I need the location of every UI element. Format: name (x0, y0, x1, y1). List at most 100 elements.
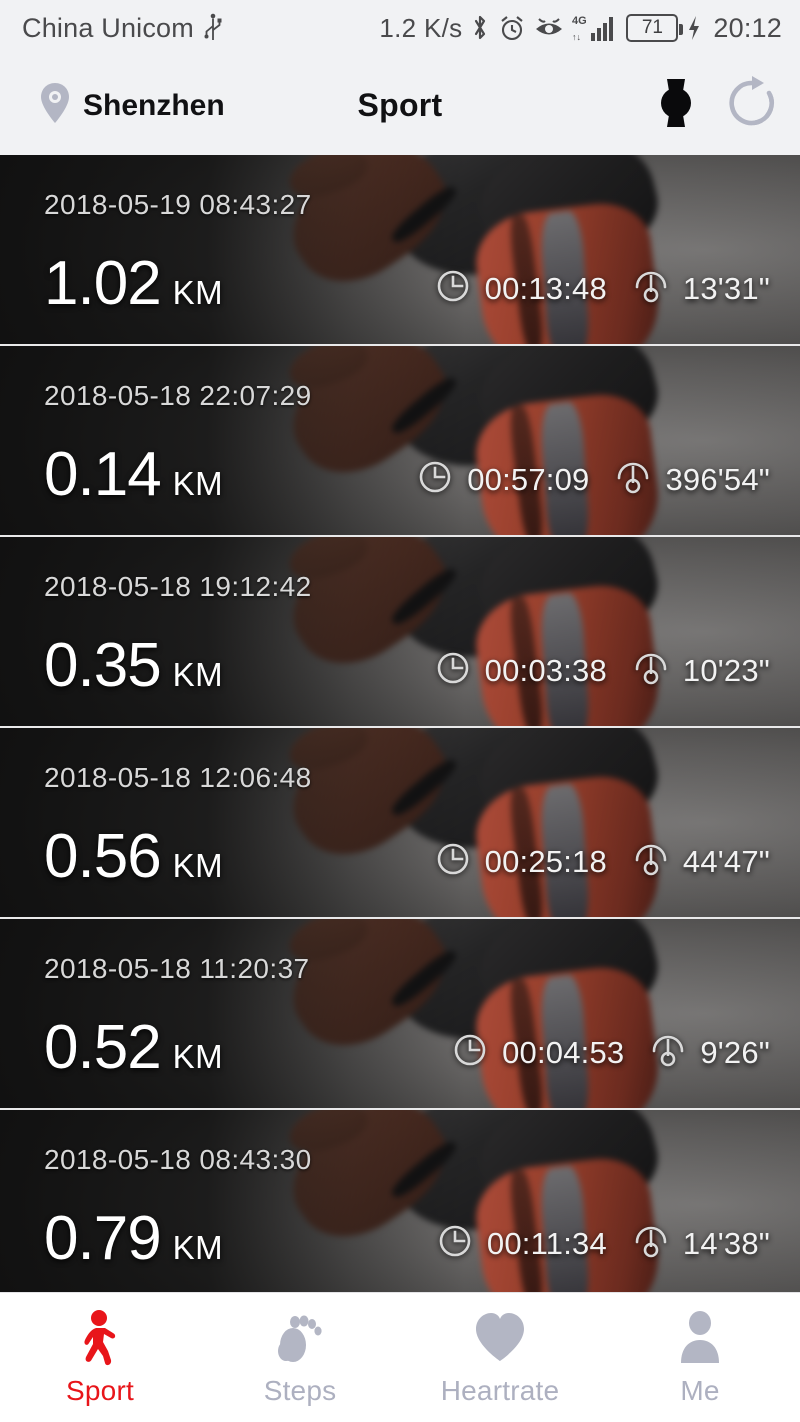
duration-value: 00:25:18 (484, 843, 607, 879)
svg-text:4G: 4G (572, 15, 587, 27)
workout-list[interactable]: 2018-05-19 08:43:27 1.02 KM 00:13:48 13'31" 2… (0, 155, 800, 1292)
clock-icon (435, 650, 471, 691)
speedometer-icon (633, 841, 669, 882)
pace-metric: 10'23" (633, 650, 770, 691)
app-bar: Shenzhen Sport (0, 56, 800, 155)
duration-metric: 00:13:48 (435, 268, 607, 309)
distance-unit: KM (172, 465, 224, 503)
pace-metric: 44'47" (633, 841, 770, 882)
duration-value: 00:11:34 (486, 1225, 607, 1261)
workout-row[interactable]: 2018-05-18 12:06:48 0.56 KM 00:25:18 44'47" (0, 728, 800, 919)
workout-date: 2018-05-18 22:07:29 (44, 380, 312, 411)
nav-label-heartrate: Heartrate (440, 1375, 560, 1406)
pace-value: 9'26" (700, 1034, 770, 1070)
distance-unit: KM (172, 847, 224, 885)
distance-unit: KM (172, 274, 224, 312)
distance-group: 0.35 KM (44, 631, 224, 701)
footprint-icon (274, 1307, 326, 1369)
alarm-clock-icon (498, 14, 526, 42)
battery-indicator: 71 (626, 14, 684, 42)
location-pin-icon (38, 81, 72, 130)
duration-metric: 00:25:18 (435, 841, 607, 882)
sync-refresh-icon[interactable] (726, 75, 778, 136)
duration-value: 00:04:53 (502, 1034, 625, 1070)
distance-group: 1.02 KM (44, 249, 224, 319)
duration-metric: 00:03:38 (435, 650, 607, 691)
app-bar-actions (652, 75, 778, 136)
distance-unit: KM (172, 656, 224, 694)
speedometer-icon (633, 650, 669, 691)
carrier-label: China Unicom (22, 12, 194, 43)
workout-date: 2018-05-18 11:20:37 (44, 953, 310, 984)
app-screen: China Unicom 1.2 K/s 4G ↑↓ 71 20:12 Shen… (0, 0, 800, 1422)
pace-value: 10'23" (682, 652, 770, 688)
bottom-navigation: Sport Steps Heartrate Me (0, 1292, 800, 1422)
usb-icon (203, 13, 223, 43)
nav-item-steps[interactable]: Steps (200, 1307, 400, 1407)
pace-metric: 9'26" (650, 1032, 770, 1073)
distance-group: 0.14 KM (44, 440, 224, 510)
clock-icon (452, 1032, 488, 1073)
distance-value: 0.35 (44, 631, 162, 701)
duration-metric: 00:57:09 (417, 459, 589, 500)
speedometer-icon (633, 1223, 669, 1264)
nav-label-sport: Sport (66, 1375, 134, 1406)
eye-comfort-icon (534, 15, 564, 41)
speedometer-icon (650, 1032, 686, 1073)
clock-icon (417, 459, 453, 500)
workout-row[interactable]: 2018-05-18 19:12:42 0.35 KM 00:03:38 10'23" (0, 537, 800, 728)
distance-unit: KM (172, 1038, 224, 1076)
clock-icon (435, 268, 471, 309)
distance-group: 0.79 KM (44, 1204, 224, 1274)
duration-value: 00:13:48 (484, 270, 607, 306)
location-button[interactable]: Shenzhen (38, 81, 225, 130)
pace-value: 13'31" (682, 270, 770, 306)
workout-row[interactable]: 2018-05-18 11:20:37 0.52 KM 00:04:53 9'26" (0, 919, 800, 1110)
duration-metric: 00:04:53 (452, 1032, 624, 1073)
bluetooth-icon (470, 13, 490, 43)
workout-date: 2018-05-18 12:06:48 (44, 762, 312, 793)
distance-value: 0.79 (44, 1204, 162, 1274)
pace-value: 14'38" (682, 1225, 770, 1261)
distance-value: 1.02 (44, 249, 162, 319)
clock-icon (437, 1223, 473, 1264)
heart-icon (472, 1307, 528, 1369)
distance-group: 0.52 KM (44, 1013, 224, 1083)
smartwatch-icon[interactable] (652, 75, 700, 136)
distance-value: 0.52 (44, 1013, 162, 1083)
pace-value: 44'47" (682, 843, 770, 879)
status-bar-right-group: 1.2 K/s 4G ↑↓ 71 20:12 (379, 13, 782, 44)
person-icon (674, 1307, 726, 1369)
speedometer-icon (615, 459, 651, 500)
speedometer-icon (633, 268, 669, 309)
network-speed-label: 1.2 K/s (379, 12, 463, 43)
pace-metric: 396'54" (615, 459, 770, 500)
pace-metric: 14'38" (633, 1223, 770, 1264)
nav-item-heartrate[interactable]: Heartrate (400, 1307, 600, 1407)
distance-value: 0.56 (44, 822, 162, 892)
distance-unit: KM (172, 1229, 224, 1267)
status-bar: China Unicom 1.2 K/s 4G ↑↓ 71 20:12 (0, 0, 800, 56)
nav-item-me[interactable]: Me (600, 1307, 800, 1407)
nav-label-me: Me (680, 1375, 720, 1406)
duration-metric: 00:11:34 (437, 1223, 607, 1264)
svg-text:↑↓: ↑↓ (572, 32, 581, 42)
duration-value: 00:03:38 (484, 652, 607, 688)
nav-label-steps: Steps (263, 1375, 337, 1406)
distance-value: 0.14 (44, 440, 162, 510)
workout-row[interactable]: 2018-05-19 08:43:27 1.02 KM 00:13:48 13'31" (0, 155, 800, 346)
workout-date: 2018-05-18 19:12:42 (44, 571, 312, 602)
signal-bars-icon: 4G ↑↓ (572, 13, 618, 43)
distance-group: 0.56 KM (44, 822, 224, 892)
pace-value: 396'54" (665, 461, 770, 497)
duration-value: 00:57:09 (467, 461, 590, 497)
clock-icon (435, 841, 471, 882)
workout-date: 2018-05-18 08:43:30 (44, 1144, 312, 1175)
workout-row[interactable]: 2018-05-18 08:43:30 0.79 KM 00:11:34 14'38" (0, 1110, 800, 1292)
running-person-icon (74, 1307, 126, 1369)
charging-bolt-icon (686, 14, 702, 42)
workout-row[interactable]: 2018-05-18 22:07:29 0.14 KM 00:57:09 396'54" (0, 346, 800, 537)
pace-metric: 13'31" (633, 268, 770, 309)
nav-item-sport[interactable]: Sport (0, 1307, 200, 1407)
clock-time-label: 20:12 (713, 12, 782, 43)
